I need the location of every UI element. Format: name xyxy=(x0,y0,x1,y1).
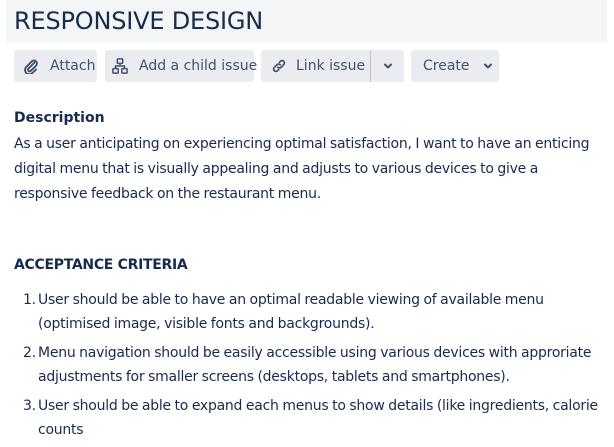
attach-button[interactable]: Attach xyxy=(14,50,97,82)
issue-title[interactable]: RESPONSIVE DESIGN xyxy=(14,6,263,36)
create-button[interactable]: Create xyxy=(411,50,499,82)
list-item: 2. Menu navigation should be easily acce… xyxy=(14,341,608,389)
list-item-text: User should be able to expand each menus… xyxy=(38,398,598,438)
list-item-number: 1. xyxy=(23,292,36,308)
paperclip-icon xyxy=(23,58,39,74)
link-issue-label: Link issue xyxy=(296,58,366,74)
list-item-number: 3. xyxy=(23,398,36,414)
list-item-number: 2. xyxy=(23,345,36,361)
list-item: 3. User should be able to expand each me… xyxy=(14,394,608,442)
acceptance-criteria-list: 1. User should be able to have an optima… xyxy=(14,288,608,447)
acceptance-criteria-heading: ACCEPTANCE CRITERIA xyxy=(14,257,188,273)
list-item: 1. User should be able to have an optima… xyxy=(14,288,608,336)
description-text[interactable]: As a user anticipating on experiencing o… xyxy=(14,132,604,207)
add-child-issue-label: Add a child issue xyxy=(139,58,258,74)
attach-label: Attach xyxy=(50,58,96,74)
link-icon xyxy=(271,58,287,74)
hierarchy-icon xyxy=(112,58,128,74)
chevron-down-icon xyxy=(380,58,396,74)
chevron-down-icon xyxy=(480,58,496,74)
link-issue-more-button[interactable] xyxy=(371,50,404,82)
list-item-text: Menu navigation should be easily accessi… xyxy=(38,345,592,385)
create-label: Create xyxy=(423,58,470,74)
link-issue-button[interactable]: Link issue xyxy=(261,50,370,82)
list-item-text: User should be able to have an optimal r… xyxy=(38,292,544,332)
description-heading: Description xyxy=(14,110,105,126)
add-child-issue-button[interactable]: Add a child issue xyxy=(105,50,258,82)
issue-title-bar: RESPONSIVE DESIGN xyxy=(6,0,607,42)
